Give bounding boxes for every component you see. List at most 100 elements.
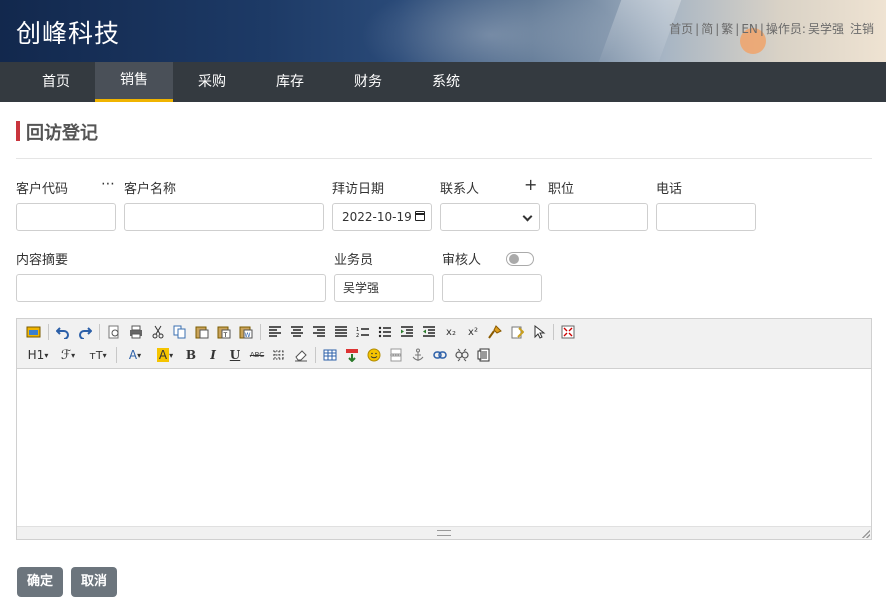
nav-item-system[interactable]: 系统 xyxy=(407,62,485,102)
add-contact-icon[interactable]: + xyxy=(524,175,537,194)
paste-text-icon[interactable]: T xyxy=(213,321,235,343)
table-icon[interactable] xyxy=(319,344,341,366)
operator-label: 操作员: xyxy=(765,22,806,36)
font-family-label: ℱ xyxy=(60,347,72,363)
align-center-icon[interactable] xyxy=(286,321,308,343)
nav-item-purchase[interactable]: 采购 xyxy=(173,62,251,102)
cancel-button[interactable]: 取消 xyxy=(71,567,117,597)
format-painter-icon[interactable] xyxy=(484,321,506,343)
horizontal-rule-icon[interactable] xyxy=(268,344,290,366)
page-break-icon[interactable] xyxy=(385,344,407,366)
font-size-dropdown[interactable]: тT ▾ xyxy=(83,344,113,366)
svg-text:2: 2 xyxy=(356,333,359,338)
toolbar-separator xyxy=(99,324,100,340)
link-icon[interactable] xyxy=(429,344,451,366)
nav-item-finance[interactable]: 财务 xyxy=(329,62,407,102)
visit-date-label: 拜访日期 xyxy=(332,182,385,197)
main-nav: 首页 销售 采购 库存 财务 系统 xyxy=(0,62,886,102)
english-link[interactable]: EN xyxy=(741,22,758,36)
insert-image-icon[interactable] xyxy=(23,321,45,343)
fullscreen-icon[interactable] xyxy=(557,321,579,343)
editor-content-area[interactable] xyxy=(17,369,871,526)
toolbar-separator xyxy=(553,324,554,340)
redo-icon[interactable] xyxy=(74,321,96,343)
ordered-list-icon[interactable]: 12 xyxy=(352,321,374,343)
heading-dropdown[interactable]: H1 ▾ xyxy=(23,344,53,366)
insert-row-icon[interactable] xyxy=(341,344,363,366)
outdent-icon[interactable] xyxy=(418,321,440,343)
position-label: 职位 xyxy=(548,182,575,197)
salesperson-label: 业务员 xyxy=(334,253,374,268)
anchor-icon[interactable] xyxy=(407,344,429,366)
nav-item-home[interactable]: 首页 xyxy=(17,62,95,102)
position-input[interactable] xyxy=(548,203,648,231)
traditional-link[interactable]: 繁 xyxy=(721,20,733,37)
paste-icon[interactable] xyxy=(191,321,213,343)
nav-item-inventory[interactable]: 库存 xyxy=(251,62,329,102)
undo-icon[interactable] xyxy=(52,321,74,343)
toolbar-row-1: T W 12 x₂ x² xyxy=(23,321,579,343)
chevron-down-icon: ▾ xyxy=(169,350,174,360)
toolbar-row-2: H1 ▾ ℱ ▾ тT ▾ A ▾ A ▾ B I U ABC xyxy=(23,344,495,366)
logout-link[interactable]: 注销 xyxy=(850,20,874,37)
preview-icon[interactable] xyxy=(103,321,125,343)
chevron-down-icon: ▾ xyxy=(71,350,76,360)
simplified-link[interactable]: 简 xyxy=(701,20,713,37)
summary-input[interactable] xyxy=(16,274,326,302)
confirm-button[interactable]: 确定 xyxy=(17,567,63,597)
customer-name-label: 客户名称 xyxy=(124,182,177,197)
toolbar-separator xyxy=(116,347,117,363)
clear-format-icon[interactable] xyxy=(506,321,528,343)
reviewer-label: 审核人 xyxy=(442,253,482,268)
select-all-icon[interactable] xyxy=(528,321,550,343)
phone-label: 电话 xyxy=(656,182,683,197)
more-icon[interactable]: ⋯ xyxy=(101,176,115,192)
calendar-icon[interactable] xyxy=(415,211,425,221)
unlink-icon[interactable] xyxy=(451,344,473,366)
visit-date-input[interactable]: 2022-10-19 xyxy=(332,203,432,231)
separator: | xyxy=(759,22,764,36)
underline-icon[interactable]: U xyxy=(224,344,246,366)
contact-select[interactable] xyxy=(440,203,540,231)
align-justify-icon[interactable] xyxy=(330,321,352,343)
customer-name-input[interactable] xyxy=(124,203,324,231)
toggle-knob xyxy=(509,254,519,264)
font-color-dropdown[interactable]: A ▾ xyxy=(120,344,150,366)
home-link[interactable]: 首页 xyxy=(669,20,693,37)
summary-label: 内容摘要 xyxy=(16,253,69,268)
customer-code-input[interactable] xyxy=(16,203,116,231)
resize-grip-icon[interactable] xyxy=(437,530,451,536)
reviewer-input[interactable] xyxy=(442,274,542,302)
unordered-list-icon[interactable] xyxy=(374,321,396,343)
copy-icon[interactable] xyxy=(169,321,191,343)
indent-icon[interactable] xyxy=(396,321,418,343)
subscript-icon[interactable]: x₂ xyxy=(440,321,462,343)
align-left-icon[interactable] xyxy=(264,321,286,343)
source-code-icon[interactable] xyxy=(473,344,495,366)
emoticon-icon[interactable] xyxy=(363,344,385,366)
bold-icon[interactable]: B xyxy=(180,344,202,366)
svg-text:W: W xyxy=(245,332,251,339)
paste-word-icon[interactable]: W xyxy=(235,321,257,343)
superscript-icon[interactable]: x² xyxy=(462,321,484,343)
eraser-icon[interactable] xyxy=(290,344,312,366)
align-right-icon[interactable] xyxy=(308,321,330,343)
phone-input[interactable] xyxy=(656,203,756,231)
separator: | xyxy=(695,22,700,36)
editor-statusbar xyxy=(17,526,871,539)
toolbar-separator xyxy=(48,324,49,340)
background-color-dropdown[interactable]: A ▾ xyxy=(150,344,180,366)
print-icon[interactable] xyxy=(125,321,147,343)
font-family-dropdown[interactable]: ℱ ▾ xyxy=(53,344,83,366)
nav-item-sales[interactable]: 销售 xyxy=(95,62,173,102)
italic-icon[interactable]: I xyxy=(202,344,224,366)
company-logo: 创峰科技 xyxy=(16,19,121,48)
salesperson-input[interactable]: 吴学强 xyxy=(334,274,434,302)
customer-code-label: 客户代码 xyxy=(16,182,69,197)
font-size-label: тT xyxy=(89,348,103,362)
strikethrough-icon[interactable]: ABC xyxy=(246,344,268,366)
cut-icon[interactable] xyxy=(147,321,169,343)
title-accent-bar xyxy=(16,121,20,141)
resize-handle-icon[interactable] xyxy=(862,530,870,538)
reviewer-toggle[interactable] xyxy=(506,252,534,266)
